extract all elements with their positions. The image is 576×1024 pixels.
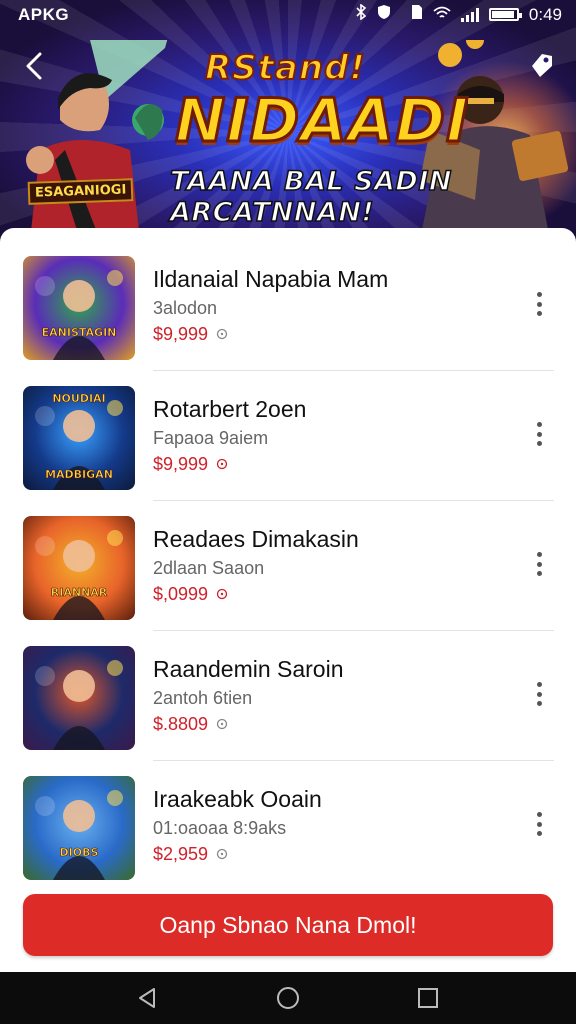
game-price-row: $,0999 [153, 584, 228, 605]
status-icons: 0:49 [355, 3, 562, 25]
game-title[interactable]: Rotarbert 2oen [153, 396, 306, 423]
status-app-label: APKG [18, 5, 70, 24]
tag-button[interactable] [526, 50, 556, 80]
game-subtitle: 3alodon [153, 298, 218, 318]
nav-home-icon [277, 987, 299, 1009]
tag-icon [532, 54, 552, 77]
nav-back-icon [139, 988, 155, 1008]
more-vertical-icon[interactable] [528, 682, 550, 706]
game-logo-top: RStand! [204, 47, 366, 89]
game-title[interactable]: Ildanaial Napabia Mam [153, 266, 388, 293]
sim-icon [411, 4, 423, 25]
game-price: $9,999 [153, 324, 209, 344]
game-title[interactable]: Readaes Dimakasin [153, 526, 359, 553]
bluetooth-icon [355, 3, 367, 25]
status-bar: APKG 0:49 [0, 0, 576, 30]
nav-recents-icon [418, 988, 438, 1008]
nav-home-button[interactable] [276, 986, 300, 1010]
thumbnail-art [35, 660, 123, 750]
game-list-item[interactable]: EANISTAGIN Ildanaial Napabia Mam 3alodon $9… [0, 228, 576, 371]
game-price-row: $9,999 [153, 454, 228, 475]
game-title[interactable]: Raandemin Saroin [153, 656, 344, 683]
game-list-item[interactable]: Raandemin Saroin 2antoh 6tien $.8809 [0, 618, 576, 761]
thumbnail-art [35, 270, 123, 360]
game-thumbnail[interactable]: NOUDIAI MADBIGAN [23, 386, 135, 490]
more-vertical-icon[interactable] [528, 422, 550, 446]
game-subtitle: 01:oaoaa 8:9aks [153, 818, 287, 838]
more-vertical-icon[interactable] [528, 292, 550, 316]
game-subtitle: 2dlaan Saaon [153, 558, 265, 578]
game-subtitle: 2antoh 6tien [153, 688, 253, 708]
game-thumbnail[interactable]: EANISTAGIN [23, 256, 135, 360]
shield-icon [377, 4, 391, 25]
hero-banner: RStand! NIDAADI TAANA BAL SADIN ARCATNNA… [0, 0, 576, 240]
game-list-card: EANISTAGIN Ildanaial Napabia Mam 3alodon $9… [0, 228, 576, 972]
game-price-row: $9,999 [153, 324, 228, 345]
status-time: 0:49 [528, 4, 562, 24]
nav-recents-button[interactable] [416, 986, 440, 1010]
thumbnail-label: RIANNAR [50, 586, 108, 600]
game-price-row: $.8809 [153, 714, 228, 735]
thumbnail-art [35, 530, 123, 620]
back-button[interactable] [18, 48, 54, 84]
cta-button[interactable]: Oanp Sbnao Nana Dmol! [23, 894, 553, 956]
game-logo: NIDAADI [173, 85, 470, 158]
banner-tagline: TAANA BAL SADIN ARCATNNAN! [169, 165, 452, 229]
game-price: $9,999 [153, 454, 209, 474]
thumbnail-label: MADBIGAN [45, 468, 113, 482]
game-price: $.8809 [153, 714, 209, 734]
info-icon [216, 587, 228, 603]
signal-icon [460, 7, 479, 22]
nav-back-button[interactable] [136, 986, 160, 1010]
game-price: $2,959 [153, 844, 209, 864]
info-icon [216, 717, 228, 733]
thumbnail-label: NOUDIAI [52, 392, 106, 406]
game-thumbnail[interactable] [23, 646, 135, 750]
info-icon [216, 457, 228, 473]
more-vertical-icon[interactable] [528, 552, 550, 576]
game-price-row: $2,959 [153, 844, 228, 865]
game-subtitle: Fapaoa 9aiem [153, 428, 269, 448]
game-list-item[interactable]: NOUDIAI MADBIGAN Rotarbert 2oen Fapaoa 9aie… [0, 358, 576, 501]
wifi-icon [433, 5, 451, 25]
banner-emblem: ESAGANIOGI [27, 178, 134, 205]
game-list-item[interactable]: RIANNAR Readaes Dimakasin 2dlaan Saaon $,09… [0, 488, 576, 631]
thumbnail-art [35, 790, 123, 880]
thumbnail-label: EANISTAGIN [41, 326, 117, 340]
game-thumbnail[interactable]: RIANNAR [23, 516, 135, 620]
game-price: $,0999 [153, 584, 209, 604]
battery-icon [488, 8, 522, 21]
info-icon [216, 327, 228, 343]
game-thumbnail[interactable]: DIOBS [23, 776, 135, 880]
navigation-bar [0, 972, 576, 1024]
thumbnail-label: DIOBS [59, 846, 99, 860]
more-vertical-icon[interactable] [528, 812, 550, 836]
game-list-item[interactable]: DIOBS Iraakeabk Ooain 01:oaoaa 8:9aks $2,95… [0, 748, 576, 880]
info-icon [216, 847, 228, 863]
game-title[interactable]: Iraakeabk Ooain [153, 786, 322, 813]
chevron-left-icon [26, 52, 42, 80]
